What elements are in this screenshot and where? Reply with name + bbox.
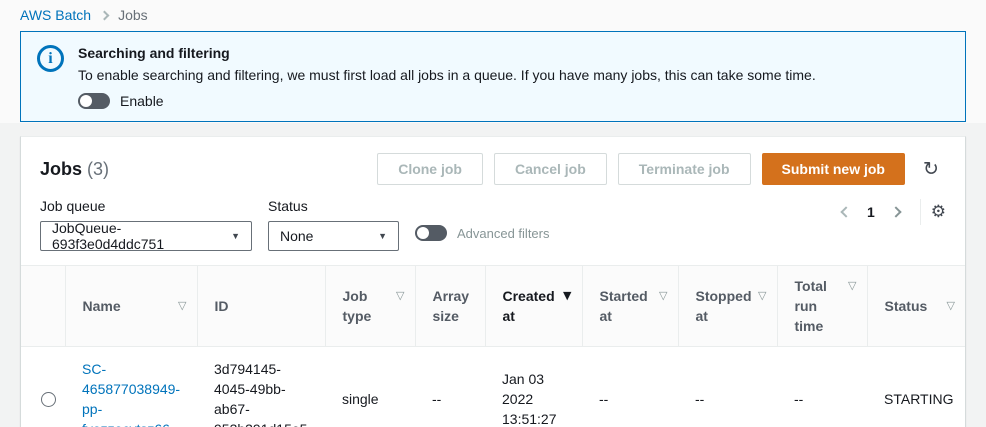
column-label: Array size bbox=[433, 286, 475, 326]
banner-description: To enable searching and filtering, we mu… bbox=[78, 65, 816, 85]
breadcrumb-aws-batch-link[interactable]: AWS Batch bbox=[20, 7, 91, 23]
chevron-right-icon bbox=[890, 206, 901, 217]
total-run-time-cell: -- bbox=[777, 347, 867, 427]
job-queue-selected-value: JobQueue-693f3e0d4ddc751 bbox=[52, 220, 217, 252]
submit-new-job-button[interactable]: Submit new job bbox=[762, 153, 905, 185]
job-type-cell: single bbox=[325, 347, 415, 427]
column-label: Job type bbox=[343, 286, 391, 326]
status-selected-value: None bbox=[280, 228, 313, 244]
started-at-cell: -- bbox=[582, 347, 678, 427]
column-header-array-size: Array size bbox=[415, 266, 485, 347]
sort-icon[interactable]: ▽ bbox=[752, 286, 766, 306]
column-header-created-at[interactable]: Created at▼ bbox=[485, 266, 582, 347]
aws-batch-jobs-page: AWS Batch Jobs i Searching and filtering… bbox=[0, 0, 986, 427]
job-name-cell: SC-465877038949-pp-fyozzocytsz66 bbox=[65, 347, 197, 427]
banner-title: Searching and filtering bbox=[78, 43, 816, 63]
clone-job-button[interactable]: Clone job bbox=[377, 153, 483, 185]
info-icon-glyph: i bbox=[48, 51, 52, 67]
panel-title: Jobs bbox=[40, 159, 82, 180]
chevron-down-icon: ▼ bbox=[364, 231, 387, 241]
job-queue-label: Job queue bbox=[40, 196, 252, 216]
advanced-filters-row: Advanced filters bbox=[415, 225, 550, 241]
banner-content: Searching and filtering To enable search… bbox=[78, 43, 816, 109]
row-select-cell bbox=[21, 347, 65, 427]
next-page-button[interactable] bbox=[884, 202, 908, 222]
sort-icon[interactable]: ▽ bbox=[941, 296, 955, 316]
filters-row: Job queue JobQueue-693f3e0d4ddc751 ▼ Sta… bbox=[21, 185, 965, 265]
column-label: Started at bbox=[600, 286, 654, 326]
column-header-id: ID bbox=[197, 266, 325, 347]
jobs-panel: Jobs (3) Clone job Cancel job Terminate … bbox=[20, 136, 966, 427]
chevron-left-icon bbox=[840, 206, 851, 217]
advanced-filters-label: Advanced filters bbox=[457, 226, 550, 241]
pagination-divider bbox=[920, 199, 921, 225]
sort-desc-icon[interactable]: ▼ bbox=[557, 286, 571, 306]
job-queue-field: Job queue JobQueue-693f3e0d4ddc751 ▼ bbox=[40, 196, 252, 251]
sort-icon[interactable]: ▽ bbox=[842, 276, 856, 296]
column-label: Status bbox=[885, 296, 928, 316]
status-select[interactable]: None ▼ bbox=[268, 221, 399, 251]
jobs-table: Name▽ ID Job type▽ Array size Created at bbox=[21, 265, 965, 427]
info-icon: i bbox=[37, 45, 64, 72]
column-header-total-run-time[interactable]: Total run time▽ bbox=[777, 266, 867, 347]
breadcrumb: AWS Batch Jobs bbox=[0, 0, 986, 31]
column-label: Total run time bbox=[795, 276, 843, 336]
status-field: Status None ▼ bbox=[268, 196, 399, 251]
previous-page-button[interactable] bbox=[834, 202, 858, 222]
column-label: Created at bbox=[503, 286, 558, 326]
column-label: ID bbox=[215, 296, 229, 316]
column-label: Stopped at bbox=[696, 286, 753, 326]
column-header-job-type[interactable]: Job type▽ bbox=[325, 266, 415, 347]
select-all-header bbox=[21, 266, 65, 347]
breadcrumb-jobs-current: Jobs bbox=[118, 7, 148, 23]
job-id-cell: 3d794145-4045-49bb-ab67-953b391d15e5 bbox=[197, 347, 325, 427]
stopped-at-cell: -- bbox=[678, 347, 777, 427]
panel-header: Jobs (3) Clone job Cancel job Terminate … bbox=[21, 137, 965, 185]
breadcrumb-separator-icon bbox=[100, 10, 110, 20]
column-header-started-at[interactable]: Started at▽ bbox=[582, 266, 678, 347]
gear-icon[interactable]: ⚙ bbox=[931, 204, 946, 221]
status-label: Status bbox=[268, 196, 399, 216]
page-number[interactable]: 1 bbox=[858, 204, 884, 220]
column-label: Name bbox=[83, 296, 121, 316]
info-banner: i Searching and filtering To enable sear… bbox=[20, 31, 966, 122]
row-radio-button[interactable] bbox=[41, 392, 56, 407]
top-section: AWS Batch Jobs i Searching and filtering… bbox=[0, 0, 986, 123]
sort-icon[interactable]: ▽ bbox=[653, 286, 667, 306]
job-name-link[interactable]: SC-465877038949-pp-fyozzocytsz66 bbox=[82, 361, 180, 427]
pagination: 1 ⚙ bbox=[834, 199, 946, 225]
terminate-job-button[interactable]: Terminate job bbox=[618, 153, 751, 185]
column-header-stopped-at[interactable]: Stopped at▽ bbox=[678, 266, 777, 347]
main-content: Jobs (3) Clone job Cancel job Terminate … bbox=[0, 123, 986, 427]
column-header-status[interactable]: Status ▽ bbox=[867, 266, 965, 347]
created-at-cell: Jan 03 2022 13:51:27 bbox=[485, 347, 582, 427]
table-header-row: Name▽ ID Job type▽ Array size Created at bbox=[21, 266, 965, 347]
job-queue-select[interactable]: JobQueue-693f3e0d4ddc751 ▼ bbox=[40, 221, 252, 251]
enable-toggle-row: Enable bbox=[78, 93, 816, 109]
action-buttons: Clone job Cancel job Terminate job Submi… bbox=[377, 153, 946, 185]
array-size-cell: -- bbox=[415, 347, 485, 427]
cancel-job-button[interactable]: Cancel job bbox=[494, 153, 607, 185]
jobs-count-value: (3) bbox=[87, 159, 109, 180]
status-cell: STARTING bbox=[867, 347, 965, 427]
advanced-filters-toggle[interactable] bbox=[415, 225, 447, 241]
enable-toggle-label: Enable bbox=[120, 93, 164, 109]
sort-icon[interactable]: ▽ bbox=[390, 286, 404, 306]
table-row: SC-465877038949-pp-fyozzocytsz66 3d79414… bbox=[21, 347, 965, 427]
sort-icon[interactable]: ▽ bbox=[172, 296, 186, 316]
refresh-icon[interactable]: ↻ bbox=[916, 153, 946, 185]
enable-toggle[interactable] bbox=[78, 93, 110, 109]
chevron-down-icon: ▼ bbox=[217, 231, 240, 241]
column-header-name[interactable]: Name ▽ bbox=[65, 266, 197, 347]
